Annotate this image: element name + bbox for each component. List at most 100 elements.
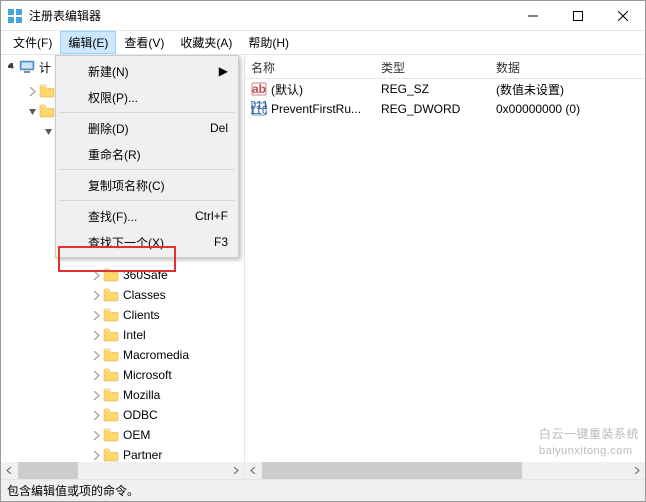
folder-icon <box>103 388 119 402</box>
col-type[interactable]: 类型 <box>375 55 490 78</box>
scroll-right-icon[interactable] <box>227 462 244 479</box>
tree-item[interactable] <box>1 81 59 101</box>
list-row[interactable]: 011110PreventFirstRu...REG_DWORD0x000000… <box>245 99 645 119</box>
tree-label: 计 <box>39 59 51 76</box>
close-button[interactable] <box>600 1 645 30</box>
folder-icon <box>103 368 119 382</box>
scroll-left-icon[interactable] <box>245 462 262 479</box>
tree-item[interactable]: Macromedia <box>1 345 244 365</box>
scroll-thumb[interactable] <box>18 462 78 479</box>
menu-find[interactable]: 查找(F)... Ctrl+F <box>58 203 236 229</box>
tree-label: Microsoft <box>123 368 172 382</box>
status-text: 包含编辑值或项的命令。 <box>7 482 139 499</box>
expander-closed-icon[interactable] <box>89 308 103 322</box>
tree-label: Intel <box>123 328 146 342</box>
scroll-thumb[interactable] <box>262 462 522 479</box>
expander-closed-icon[interactable] <box>89 288 103 302</box>
menu-separator <box>59 200 235 201</box>
menu-favorites[interactable]: 收藏夹(A) <box>172 31 240 54</box>
tree-item[interactable]: Microsoft <box>1 365 244 385</box>
folder-icon <box>103 328 119 342</box>
expander-icon[interactable] <box>41 124 55 138</box>
edit-dropdown-menu: 新建(N) ▶ 权限(P)... 删除(D) Del 重命名(R) 复制项名称(… <box>55 55 239 258</box>
col-data[interactable]: 数据 <box>490 55 645 78</box>
binary-value-icon: 011110 <box>251 101 267 117</box>
list-pane: 名称 类型 数据 ab(默认)REG_SZ(数值未设置)011110Preven… <box>245 55 645 479</box>
tree-item[interactable]: OEM <box>1 425 244 445</box>
tree-label: Clients <box>123 308 160 322</box>
expander-closed-icon[interactable] <box>89 428 103 442</box>
status-bar: 包含编辑值或项的命令。 <box>1 479 645 501</box>
menu-separator <box>59 112 235 113</box>
expander-closed-icon[interactable] <box>89 268 103 282</box>
expander-closed-icon[interactable] <box>89 368 103 382</box>
expander-open-icon[interactable] <box>5 60 19 74</box>
window-title: 注册表编辑器 <box>29 7 510 24</box>
tree-label: Partner <box>123 448 162 462</box>
folder-icon <box>103 408 119 422</box>
menu-separator <box>59 169 235 170</box>
folder-icon <box>103 268 119 282</box>
menu-rename[interactable]: 重命名(R) <box>58 141 236 167</box>
cell-data: 0x00000000 (0) <box>490 102 645 116</box>
cell-name: 011110PreventFirstRu... <box>245 101 375 117</box>
menu-delete[interactable]: 删除(D) Del <box>58 115 236 141</box>
svg-text:ab: ab <box>252 82 266 96</box>
expander-closed-icon[interactable] <box>89 388 103 402</box>
menu-new[interactable]: 新建(N) ▶ <box>58 58 236 84</box>
menu-view[interactable]: 查看(V) <box>116 31 172 54</box>
maximize-button[interactable] <box>555 1 600 30</box>
folder-icon <box>39 104 55 118</box>
menu-permissions[interactable]: 权限(P)... <box>58 84 236 110</box>
tree-item[interactable]: Classes <box>1 285 244 305</box>
submenu-arrow-icon: ▶ <box>219 64 228 78</box>
tree-item[interactable]: ODBC <box>1 405 244 425</box>
tree-item[interactable]: 360Safe <box>1 265 244 285</box>
folder-icon <box>39 84 55 98</box>
app-icon <box>7 8 23 24</box>
expander-closed-icon[interactable] <box>25 84 39 98</box>
tree-label: OEM <box>123 428 150 442</box>
window-controls <box>510 1 645 30</box>
tree-item[interactable]: Intel <box>1 325 244 345</box>
tree-item[interactable]: Clients <box>1 305 244 325</box>
list-body[interactable]: ab(默认)REG_SZ(数值未设置)011110PreventFirstRu.… <box>245 79 645 119</box>
tree-label: 360Safe <box>123 268 168 282</box>
string-value-icon: ab <box>251 81 267 97</box>
list-hscrollbar[interactable] <box>245 462 645 479</box>
menu-help[interactable]: 帮助(H) <box>240 31 297 54</box>
tree-item[interactable]: Mozilla <box>1 385 244 405</box>
menu-copy-key-name[interactable]: 复制项名称(C) <box>58 172 236 198</box>
svg-text:110: 110 <box>251 103 267 117</box>
folder-icon <box>103 308 119 322</box>
list-row[interactable]: ab(默认)REG_SZ(数值未设置) <box>245 79 645 99</box>
col-name[interactable]: 名称 <box>245 55 375 78</box>
main-area: 计 360Safe Classes Clients Intel Macromedia Mi… <box>1 55 645 479</box>
cell-name: ab(默认) <box>245 81 375 98</box>
tree-label: Mozilla <box>123 388 160 402</box>
menu-bar: 文件(F) 编辑(E) 查看(V) 收藏夹(A) 帮助(H) <box>1 31 645 55</box>
computer-icon <box>19 60 35 74</box>
folder-icon <box>103 448 119 462</box>
tree-item[interactable] <box>1 101 59 121</box>
expander-closed-icon[interactable] <box>89 448 103 462</box>
expander-closed-icon[interactable] <box>89 348 103 362</box>
tree-label: Classes <box>123 288 166 302</box>
menu-find-next[interactable]: 查找下一个(X) F3 <box>58 229 236 255</box>
menu-file[interactable]: 文件(F) <box>5 31 60 54</box>
tree-hscrollbar[interactable] <box>1 462 244 479</box>
folder-icon <box>103 428 119 442</box>
menu-edit[interactable]: 编辑(E) <box>60 31 116 54</box>
folder-icon <box>103 348 119 362</box>
expander-closed-icon[interactable] <box>89 328 103 342</box>
folder-icon <box>103 288 119 302</box>
scroll-right-icon[interactable] <box>628 462 645 479</box>
title-bar: 注册表编辑器 <box>1 1 645 31</box>
expander-closed-icon[interactable] <box>89 408 103 422</box>
scroll-left-icon[interactable] <box>1 462 18 479</box>
list-header: 名称 类型 数据 <box>245 55 645 79</box>
minimize-button[interactable] <box>510 1 555 30</box>
expander-open-icon[interactable] <box>25 104 39 118</box>
cell-type: REG_SZ <box>375 82 490 96</box>
cell-data: (数值未设置) <box>490 81 645 98</box>
